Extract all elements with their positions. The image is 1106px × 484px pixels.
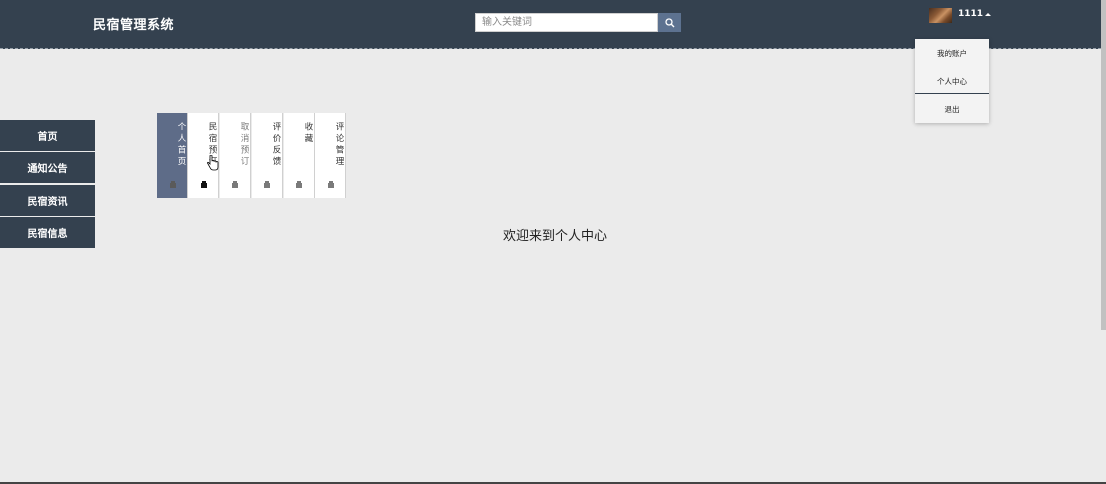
search-button[interactable] bbox=[658, 13, 681, 32]
menu-item-personal-center[interactable]: 个人中心 bbox=[915, 76, 989, 87]
comment-icon bbox=[328, 181, 334, 188]
menu-divider bbox=[915, 93, 989, 94]
app-title: 民宿管理系统 bbox=[93, 18, 175, 33]
tab-label: 评论管理 bbox=[334, 122, 344, 168]
search-input[interactable] bbox=[475, 13, 658, 32]
avatar[interactable] bbox=[929, 8, 952, 23]
tab-label: 个人首页 bbox=[176, 122, 186, 168]
tab-label: 取消预订 bbox=[239, 122, 249, 168]
feedback-icon bbox=[264, 181, 270, 188]
username[interactable]: 1111 bbox=[958, 9, 983, 19]
sidebar-item-news[interactable]: 民宿资讯 bbox=[0, 185, 95, 216]
cancel-icon bbox=[232, 181, 238, 188]
sidebar-item-home[interactable]: 首页 bbox=[0, 120, 95, 151]
favorite-icon bbox=[296, 181, 302, 188]
welcome-message: 欢迎来到个人中心 bbox=[503, 229, 608, 244]
booking-icon bbox=[201, 181, 207, 188]
tab-label: 评价反馈 bbox=[271, 122, 281, 168]
tab-label: 收藏 bbox=[303, 122, 313, 145]
sidebar-item-notices[interactable]: 通知公告 bbox=[0, 152, 95, 183]
user-dropdown-menu: 我的账户 个人中心 退出 bbox=[915, 39, 989, 123]
menu-item-my-account[interactable]: 我的账户 bbox=[915, 48, 989, 59]
search-icon bbox=[664, 17, 674, 27]
sidebar-item-homestay-info[interactable]: 民宿信息 bbox=[0, 217, 95, 248]
home-icon bbox=[170, 181, 176, 188]
caret-up-icon[interactable] bbox=[985, 13, 991, 16]
scrollbar[interactable] bbox=[1101, 0, 1106, 330]
hand-cursor-icon bbox=[207, 155, 219, 171]
menu-item-logout[interactable]: 退出 bbox=[915, 104, 989, 115]
